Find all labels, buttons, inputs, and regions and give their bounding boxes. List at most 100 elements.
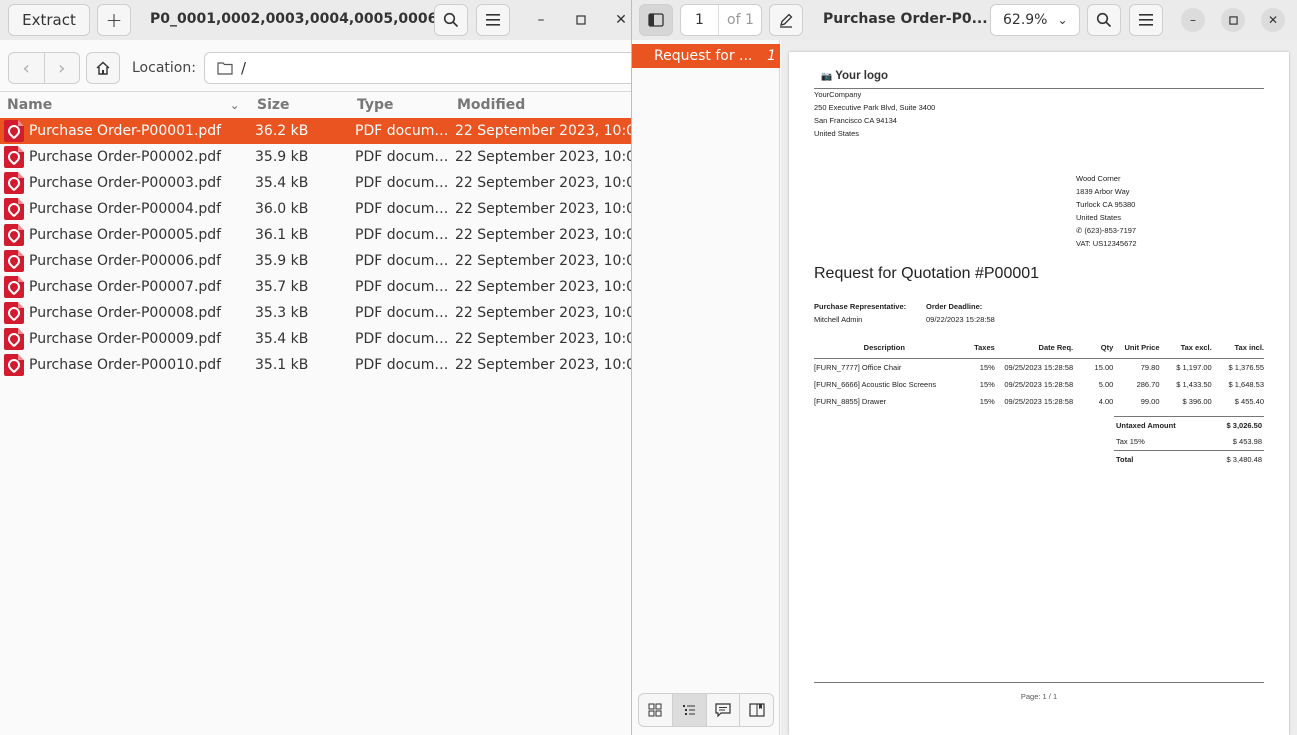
file-modified: 22 September 2023, 10:04: [455, 253, 644, 269]
back-button[interactable]: ‹: [9, 53, 44, 83]
outline-view-button[interactable]: [671, 694, 706, 726]
file-size: 35.7 kB: [255, 279, 309, 295]
file-name: Purchase Order-P00009.pdf: [29, 331, 222, 347]
close-icon: ✕: [1267, 13, 1279, 27]
file-row[interactable]: Purchase Order-P00003.pdf 35.4 kB PDF do…: [0, 170, 644, 196]
comment-icon: [715, 703, 731, 717]
item-taxes: 15%: [979, 363, 995, 372]
current-page[interactable]: 1: [681, 5, 719, 35]
maximize-button[interactable]: [569, 8, 593, 32]
window-title: P0_0001,0002,0003,0004,0005,0006,0...: [150, 11, 469, 27]
company-line: YourCompany: [814, 90, 862, 99]
file-name: Purchase Order-P00003.pdf: [29, 175, 222, 191]
add-files-button[interactable]: +: [97, 4, 131, 36]
column-modified[interactable]: Modified: [457, 97, 525, 113]
pdf-file-icon: [4, 328, 24, 350]
location-field[interactable]: /: [204, 52, 644, 84]
company-address: YourCompany 250 Executive Park Blvd, Sui…: [814, 88, 935, 140]
item-taxes: 15%: [979, 397, 995, 406]
item-qty: 5.00: [1098, 380, 1114, 389]
sidebar-toggle-button[interactable]: [639, 4, 673, 36]
file-size: 35.4 kB: [255, 175, 309, 191]
file-name: Purchase Order-P00001.pdf: [29, 123, 222, 139]
home-button[interactable]: [86, 52, 120, 84]
file-type: PDF docum…: [355, 331, 449, 347]
file-type: PDF docum…: [355, 227, 449, 243]
file-row[interactable]: Purchase Order-P00001.pdf 36.2 kB PDF do…: [0, 118, 644, 144]
deadline-label: Order Deadline:: [926, 302, 983, 311]
item-row: [FURN_7777] Office Chair 15% 09/25/2023 …: [814, 359, 1264, 377]
vendor-line: 1839 Arbor Way: [1076, 187, 1130, 196]
minimize-button[interactable]: –: [529, 8, 553, 32]
viewer-maximize-button[interactable]: [1221, 8, 1245, 32]
bookmarks-view-button[interactable]: [739, 694, 773, 726]
file-modified: 22 September 2023, 10:04: [455, 279, 644, 295]
chevron-down-icon: ⌄: [1057, 13, 1068, 27]
column-size[interactable]: Size: [257, 97, 290, 113]
item-description: [FURN_6666] Acoustic Bloc Screens: [814, 380, 937, 389]
item-date: 09/25/2023 15:28:58: [1004, 380, 1074, 389]
camera-icon: 📷: [821, 71, 833, 81]
page-number-field[interactable]: 1 of 1: [680, 4, 762, 36]
chevron-left-icon: ‹: [22, 57, 30, 79]
pdf-file-icon: [4, 354, 24, 376]
viewer-menu-button[interactable]: [1129, 4, 1163, 36]
file-row[interactable]: Purchase Order-P00010.pdf 35.1 kB PDF do…: [0, 352, 644, 378]
main-menu-button[interactable]: [476, 4, 510, 36]
outline-item[interactable]: Request for ... 1: [632, 44, 780, 68]
company-line: San Francisco CA 94134: [814, 116, 897, 125]
file-row[interactable]: Purchase Order-P00009.pdf 35.4 kB PDF do…: [0, 326, 644, 352]
maximize-icon: [1228, 15, 1238, 25]
file-modified: 22 September 2023, 10:04: [455, 331, 644, 347]
thumbnails-view-button[interactable]: [639, 694, 672, 726]
zoom-select[interactable]: 62.9% ⌄: [990, 4, 1080, 36]
close-icon: ✕: [615, 12, 627, 28]
file-type: PDF docum…: [355, 305, 449, 321]
items-table: Description Taxes Date Req. Qty Unit Pri…: [814, 343, 1264, 410]
file-row[interactable]: Purchase Order-P00004.pdf 36.0 kB PDF do…: [0, 196, 644, 222]
home-icon: [96, 61, 110, 75]
file-row[interactable]: Purchase Order-P00002.pdf 35.9 kB PDF do…: [0, 144, 644, 170]
search-button[interactable]: [434, 4, 468, 36]
extract-button[interactable]: Extract: [8, 4, 90, 36]
viewer-search-button[interactable]: [1087, 4, 1121, 36]
file-type: PDF docum…: [355, 279, 449, 295]
history-nav: ‹ ›: [8, 52, 80, 84]
viewer-minimize-button[interactable]: –: [1181, 8, 1205, 32]
document-heading: Request for Quotation #P00001: [814, 265, 1040, 282]
file-size: 35.9 kB: [255, 253, 309, 269]
untaxed-value: $ 3,026.50: [1226, 421, 1262, 430]
file-row[interactable]: Purchase Order-P00007.pdf 35.7 kB PDF do…: [0, 274, 644, 300]
search-icon: [1096, 12, 1112, 28]
th-date-req: Date Req.: [1038, 343, 1074, 352]
file-row[interactable]: Purchase Order-P00005.pdf 36.1 kB PDF do…: [0, 222, 644, 248]
file-row[interactable]: Purchase Order-P00006.pdf 35.9 kB PDF do…: [0, 248, 644, 274]
file-row[interactable]: Purchase Order-P00008.pdf 35.3 kB PDF do…: [0, 300, 644, 326]
file-type: PDF docum…: [355, 201, 449, 217]
annotations-view-button[interactable]: [705, 694, 740, 726]
close-button[interactable]: ✕: [609, 8, 633, 32]
file-modified: 22 September 2023, 10:04: [455, 123, 644, 139]
sidebar-view-switcher: [638, 693, 774, 727]
viewer-header-bar: 1 of 1 Purchase Order-P0... 62.9% ⌄ – ✕: [632, 0, 1297, 40]
file-type: PDF docum…: [355, 175, 449, 191]
file-modified: 22 September 2023, 10:04: [455, 175, 644, 191]
viewer-close-button[interactable]: ✕: [1261, 8, 1285, 32]
totals-block: Untaxed Amount $ 3,026.50 Tax 15% $ 453.…: [1114, 416, 1264, 467]
annotate-button[interactable]: [769, 4, 803, 36]
th-qty: Qty: [1100, 343, 1114, 352]
file-type: PDF docum…: [355, 123, 449, 139]
file-name: Purchase Order-P00007.pdf: [29, 279, 222, 295]
total-row: Total $ 3,480.48: [1114, 450, 1264, 467]
pdf-file-icon: [4, 224, 24, 246]
header-bar: Extract + P0_0001,0002,0003,0004,0005,00…: [0, 0, 639, 40]
page-count: of 1: [727, 12, 754, 28]
sort-chevron-icon: ⌄: [230, 99, 240, 112]
book-icon: [749, 703, 765, 717]
forward-button[interactable]: ›: [43, 53, 80, 83]
column-type[interactable]: Type: [357, 97, 394, 113]
column-name[interactable]: Name: [7, 97, 52, 113]
company-logo: 📷 Your logo: [821, 70, 888, 82]
th-description: Description: [863, 343, 905, 352]
file-name: Purchase Order-P00002.pdf: [29, 149, 222, 165]
